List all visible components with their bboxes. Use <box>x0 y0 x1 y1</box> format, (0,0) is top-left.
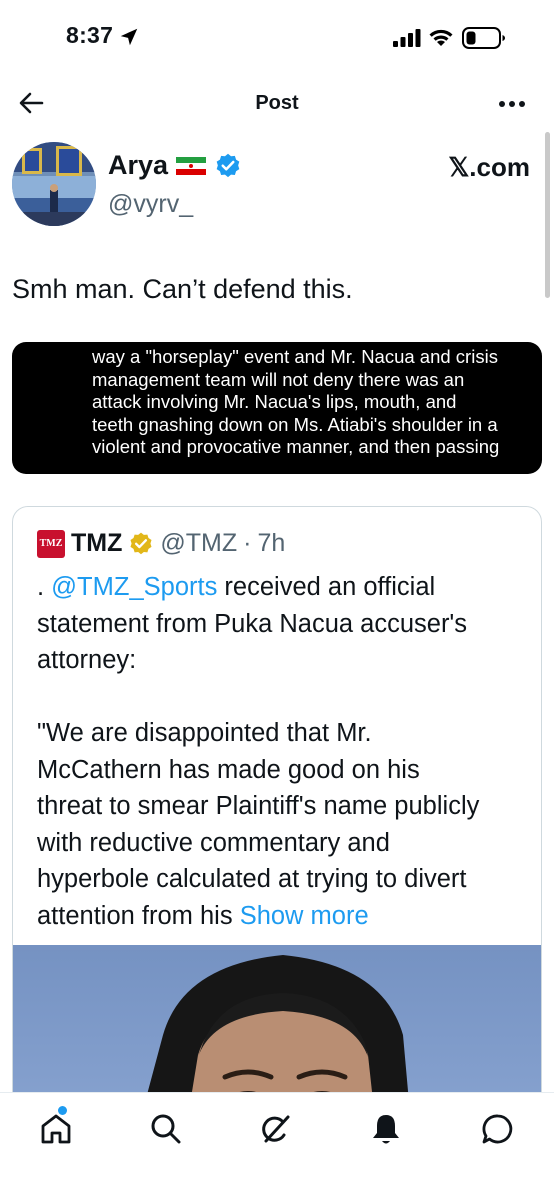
author-handle[interactable]: @vyrv_ <box>108 190 193 219</box>
quote-text: received an official <box>217 573 436 601</box>
notifications-icon <box>373 1115 399 1144</box>
quote-line: McCathern has made good on his <box>37 755 420 784</box>
tmz-logo-text: TMZ <box>39 538 63 549</box>
grok-icon <box>262 1115 290 1143</box>
search-icon <box>151 1114 181 1144</box>
avatar[interactable] <box>12 142 96 226</box>
tmz-logo: TMZ <box>37 529 65 558</box>
page-title: Post <box>255 92 299 114</box>
meta-separator: · <box>243 529 252 557</box>
author-name-row: Arya <box>108 150 242 181</box>
tab-notifications[interactable] <box>368 1111 404 1147</box>
tab-home[interactable] <box>38 1111 74 1147</box>
attached-image-line: violent and provocative manner, and then… <box>92 436 500 457</box>
quote-line: with reductive commentary and <box>37 828 390 857</box>
bottom-tab-bar <box>0 1092 554 1200</box>
author-name[interactable]: Arya <box>108 150 168 181</box>
messages-icon <box>482 1114 513 1144</box>
attached-image-text: way a "horseplay" event and Mr. Nacua an… <box>92 346 542 459</box>
post-header: Post <box>0 80 554 128</box>
quote-line: threat to smear Plaintiff's name publicl… <box>37 792 480 820</box>
tab-grok[interactable] <box>258 1111 294 1147</box>
quote-line: . @TMZ_Sports received an official <box>37 569 527 606</box>
verified-badge-icon[interactable] <box>214 152 242 180</box>
new-posts-dot <box>58 1106 67 1115</box>
wifi-icon <box>429 29 453 46</box>
iran-flag-icon <box>176 156 207 175</box>
quote-blank-line <box>37 679 527 716</box>
quoted-author-name[interactable]: TMZ <box>71 529 122 558</box>
gold-verified-badge-icon[interactable] <box>128 531 154 557</box>
quote-line: "We are disappointed that Mr. <box>37 719 372 747</box>
home-icon <box>41 1114 71 1144</box>
quoted-post-text: . @TMZ_Sports received an official state… <box>37 569 527 934</box>
battery-icon <box>462 27 505 49</box>
attached-image-line: attack involving Mr. Nacua's lips, mouth… <box>92 391 457 412</box>
attached-image-line: teeth gnashing down on Ms. Atiabi's shou… <box>92 413 498 435</box>
mention-link[interactable]: @TMZ_Sports <box>51 573 217 601</box>
status-time: 8:37 <box>66 22 114 48</box>
tab-messages[interactable] <box>480 1111 516 1147</box>
attached-image-line: management team will not deny there was … <box>92 368 465 390</box>
quoted-post-time: 7h <box>257 529 286 557</box>
quoted-post-card[interactable]: TMZ TMZ @TMZ · 7h . @TMZ_Sports received a… <box>12 506 542 1146</box>
location-arrow-icon <box>120 28 138 46</box>
quote-line: attention from his Show more <box>37 898 527 935</box>
quote-line: hyperbole calculated at trying to divert <box>37 865 467 893</box>
attached-image-line: way a "horseplay" event and Mr. Nacua an… <box>92 346 498 367</box>
post-text: Smh man. Can’t defend this. <box>12 274 353 304</box>
quoted-post-header: TMZ TMZ @TMZ · 7h <box>37 529 285 558</box>
signal-icon <box>393 29 421 47</box>
tab-search[interactable] <box>148 1111 184 1147</box>
scroll-indicator[interactable] <box>545 132 550 298</box>
quoted-author-handle[interactable]: @TMZ <box>160 529 237 558</box>
show-more-link[interactable]: Show more <box>240 902 369 930</box>
quote-text: attention from his <box>37 901 240 930</box>
quote-line: attorney: <box>37 646 137 674</box>
quote-prefix: . <box>37 573 52 601</box>
status-bar: 8:37 <box>0 0 554 70</box>
more-icon[interactable] <box>498 100 526 108</box>
quote-line: statement from Puka Nacua accuser's <box>37 609 468 638</box>
source-label: 𝕏.com <box>448 152 530 182</box>
attached-image[interactable]: way a "horseplay" event and Mr. Nacua an… <box>12 342 542 474</box>
